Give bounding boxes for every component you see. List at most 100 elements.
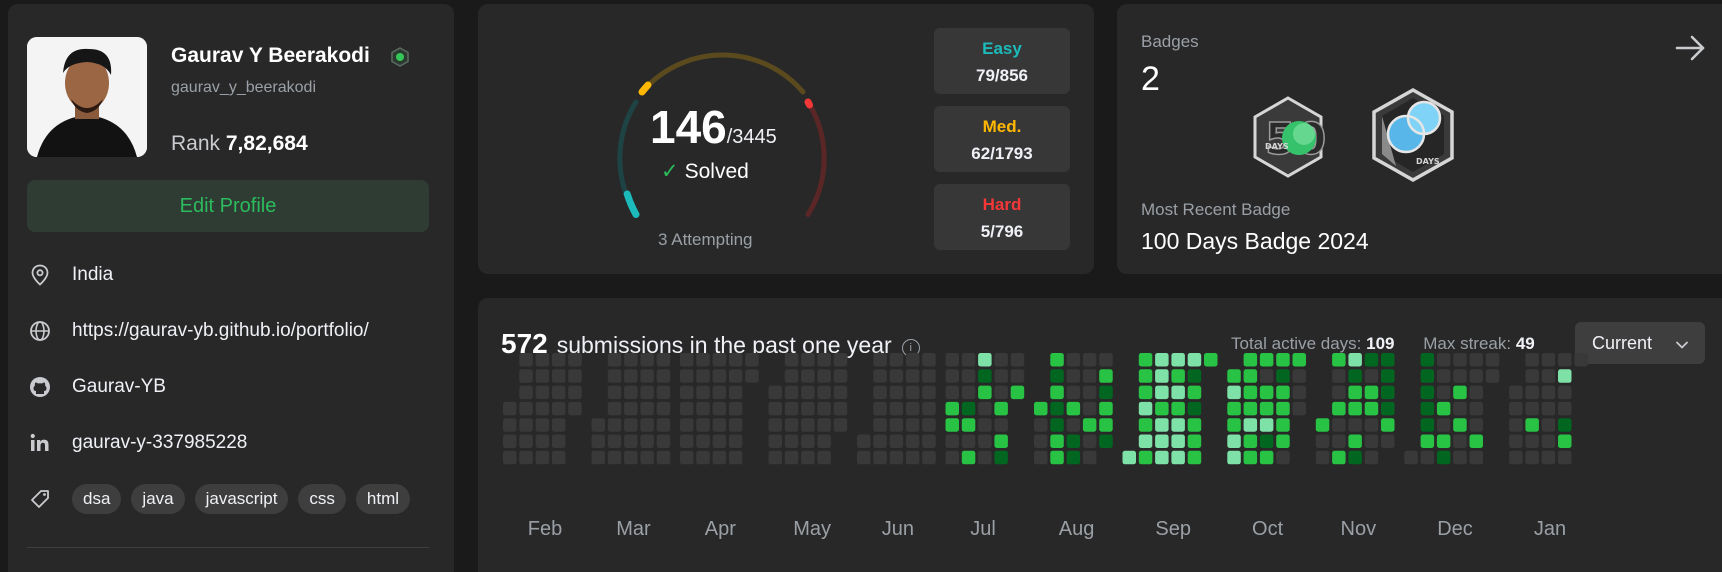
- heatmap-day-cell[interactable]: [922, 434, 936, 449]
- heatmap-day-cell[interactable]: [978, 385, 992, 400]
- heatmap-day-cell[interactable]: [1469, 385, 1484, 400]
- heatmap-day-cell[interactable]: [607, 450, 622, 465]
- heatmap-day-cell[interactable]: [873, 369, 887, 383]
- heatmap-day-cell[interactable]: [519, 450, 533, 465]
- heatmap-day-cell[interactable]: [905, 401, 920, 416]
- heatmap-day-cell[interactable]: [535, 369, 550, 383]
- heatmap-day-cell[interactable]: [728, 418, 743, 432]
- heatmap-day-cell[interactable]: [1034, 434, 1048, 449]
- heatmap-day-cell[interactable]: [1138, 418, 1153, 432]
- heatmap-day-cell[interactable]: [712, 418, 727, 432]
- 100-days-badge-icon[interactable]: DAYS: [1366, 86, 1460, 191]
- heatmap-day-cell[interactable]: [519, 369, 533, 383]
- heatmap-day-cell[interactable]: [768, 401, 783, 416]
- heatmap-day-cell[interactable]: [728, 450, 743, 465]
- heatmap-day-cell[interactable]: [889, 450, 904, 465]
- heatmap-day-cell[interactable]: [1082, 401, 1097, 416]
- heatmap-day-cell[interactable]: [535, 418, 550, 432]
- heatmap-day-cell[interactable]: [1171, 434, 1185, 449]
- heatmap-day-cell[interactable]: [1082, 385, 1097, 400]
- heatmap-day-cell[interactable]: [656, 385, 671, 400]
- heatmap-day-cell[interactable]: [833, 385, 848, 400]
- heatmap-day-cell[interactable]: [801, 401, 815, 416]
- heatmap-day-cell[interactable]: [503, 450, 517, 465]
- skill-tag[interactable]: css: [298, 484, 346, 514]
- heatmap-day-cell[interactable]: [1050, 434, 1064, 449]
- heatmap-day-cell[interactable]: [1171, 369, 1185, 383]
- heatmap-day-cell[interactable]: [680, 385, 694, 400]
- heatmap-day-cell[interactable]: [696, 450, 710, 465]
- heatmap-day-cell[interactable]: [712, 385, 727, 400]
- heatmap-day-cell[interactable]: [1276, 385, 1290, 400]
- heatmap-day-cell[interactable]: [1066, 450, 1081, 465]
- heatmap-day-cell[interactable]: [551, 353, 566, 367]
- heatmap-day-cell[interactable]: [1276, 418, 1290, 432]
- heatmap-day-cell[interactable]: [1171, 450, 1185, 465]
- skill-tag[interactable]: dsa: [72, 484, 122, 514]
- heatmap-day-cell[interactable]: [1066, 385, 1081, 400]
- heatmap-day-cell[interactable]: [1259, 353, 1274, 367]
- heatmap-day-cell[interactable]: [1292, 385, 1307, 400]
- heatmap-day-cell[interactable]: [680, 369, 694, 383]
- heatmap-day-cell[interactable]: [680, 418, 694, 432]
- heatmap-day-cell[interactable]: [1453, 353, 1467, 367]
- heatmap-day-cell[interactable]: [1509, 385, 1523, 400]
- heatmap-day-cell[interactable]: [1541, 434, 1556, 449]
- heatmap-day-cell[interactable]: [624, 401, 638, 416]
- heatmap-day-cell[interactable]: [1332, 385, 1346, 400]
- heatmap-day-cell[interactable]: [1348, 418, 1362, 432]
- heatmap-day-cell[interactable]: [551, 434, 566, 449]
- heatmap-day-cell[interactable]: [1227, 450, 1241, 465]
- heatmap-day-cell[interactable]: [1364, 353, 1379, 367]
- heatmap-day-cell[interactable]: [1187, 353, 1202, 367]
- heatmap-day-cell[interactable]: [1187, 418, 1202, 432]
- heatmap-day-cell[interactable]: [1315, 450, 1330, 465]
- heatmap-day-cell[interactable]: [607, 418, 622, 432]
- heatmap-day-cell[interactable]: [503, 418, 517, 432]
- heatmap-day-cell[interactable]: [978, 401, 992, 416]
- heatmap-day-cell[interactable]: [945, 369, 960, 383]
- heatmap-day-cell[interactable]: [994, 353, 1008, 367]
- heatmap-day-cell[interactable]: [1469, 353, 1484, 367]
- heatmap-day-cell[interactable]: [680, 450, 694, 465]
- heatmap-day-cell[interactable]: [624, 353, 638, 367]
- heatmap-day-cell[interactable]: [1276, 401, 1290, 416]
- heatmap-day-cell[interactable]: [1187, 385, 1202, 400]
- heatmap-day-cell[interactable]: [905, 450, 920, 465]
- heatmap-day-cell[interactable]: [503, 434, 517, 449]
- heatmap-day-cell[interactable]: [1259, 369, 1274, 383]
- heatmap-day-cell[interactable]: [1099, 434, 1113, 449]
- heatmap-day-cell[interactable]: [624, 434, 638, 449]
- heatmap-day-cell[interactable]: [961, 450, 976, 465]
- heatmap-day-cell[interactable]: [624, 385, 638, 400]
- heatmap-day-cell[interactable]: [945, 401, 960, 416]
- heatmap-day-cell[interactable]: [656, 418, 671, 432]
- heatmap-day-cell[interactable]: [1259, 418, 1274, 432]
- heatmap-day-cell[interactable]: [1099, 418, 1113, 432]
- heatmap-day-cell[interactable]: [817, 369, 831, 383]
- heatmap-day-cell[interactable]: [607, 401, 622, 416]
- heatmap-day-cell[interactable]: [961, 434, 976, 449]
- heatmap-day-cell[interactable]: [1525, 401, 1539, 416]
- heatmap-day-cell[interactable]: [889, 385, 904, 400]
- heatmap-day-cell[interactable]: [1050, 385, 1064, 400]
- heatmap-day-cell[interactable]: [728, 353, 743, 367]
- heatmap-day-cell[interactable]: [1558, 385, 1572, 400]
- heatmap-day-cell[interactable]: [945, 353, 960, 367]
- heatmap-day-cell[interactable]: [1558, 401, 1572, 416]
- heatmap-day-cell[interactable]: [994, 401, 1008, 416]
- heatmap-day-cell[interactable]: [1485, 353, 1500, 367]
- heatmap-day-cell[interactable]: [857, 450, 871, 465]
- heatmap-day-cell[interactable]: [1525, 418, 1539, 432]
- heatmap-day-cell[interactable]: [728, 434, 743, 449]
- heatmap-day-cell[interactable]: [1276, 434, 1290, 449]
- heatmap-day-cell[interactable]: [801, 418, 815, 432]
- heatmap-day-cell[interactable]: [519, 353, 533, 367]
- heatmap-day-cell[interactable]: [978, 434, 992, 449]
- heatmap-day-cell[interactable]: [1525, 434, 1539, 449]
- heatmap-day-cell[interactable]: [1066, 353, 1081, 367]
- heatmap-day-cell[interactable]: [784, 450, 799, 465]
- heatmap-day-cell[interactable]: [873, 434, 887, 449]
- heatmap-day-cell[interactable]: [1558, 418, 1572, 432]
- heatmap-day-cell[interactable]: [978, 353, 992, 367]
